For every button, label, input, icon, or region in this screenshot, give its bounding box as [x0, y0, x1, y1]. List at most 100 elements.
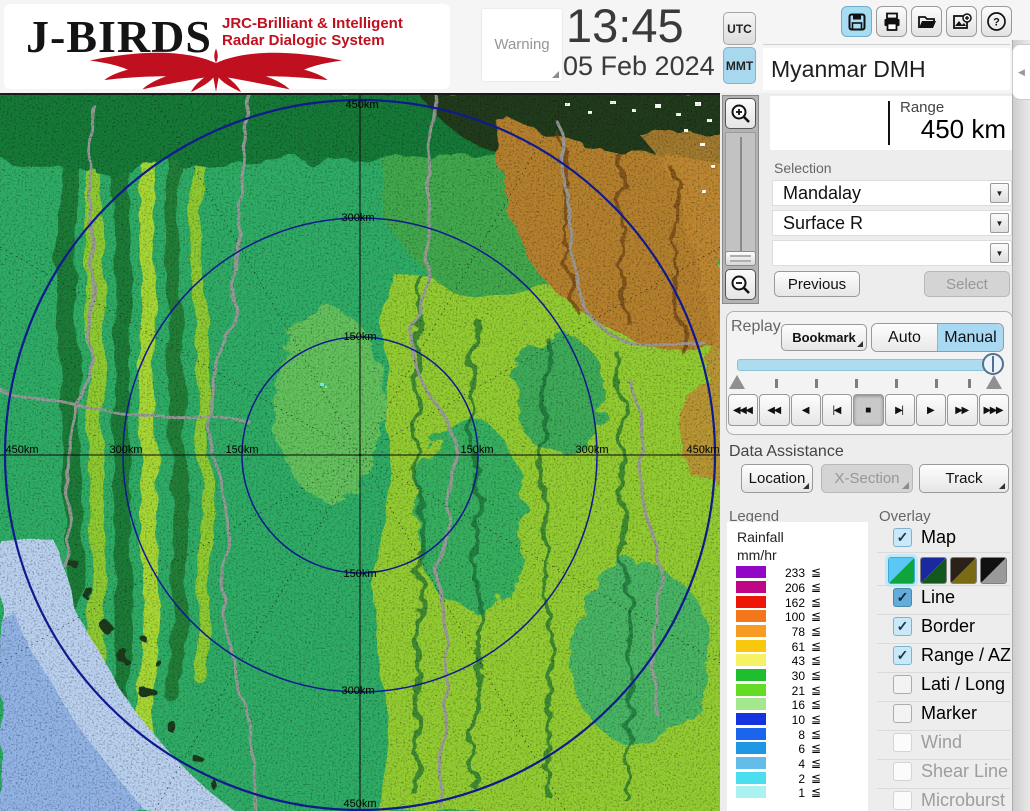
help-icon: ? — [987, 12, 1006, 31]
legend-value: 100 — [784, 610, 805, 624]
legend-swatch — [736, 728, 766, 740]
timeline-start-marker[interactable] — [729, 375, 745, 389]
zoom-out-button[interactable] — [725, 269, 756, 300]
skip-forward-button[interactable]: ▶▶▶ — [978, 394, 1009, 426]
wind-checkbox — [893, 733, 912, 752]
legend-value: 2 — [798, 772, 805, 786]
range-az-checkbox[interactable]: ✓ — [893, 646, 912, 665]
map-style-row — [877, 557, 1012, 585]
overlay-row-shear-line: Shear Line — [877, 761, 1012, 786]
play-button[interactable]: ▶ — [915, 394, 947, 426]
jbirds-radar-app: J-BIRDS JRC-Brilliant & Intelligent Rada… — [0, 0, 1030, 811]
location-label: Location — [748, 470, 806, 487]
marker-checkbox-label: Marker — [921, 703, 978, 723]
panel-collapse-tab[interactable]: ◀ — [1012, 44, 1030, 100]
manual-button[interactable]: Manual — [937, 324, 1003, 351]
selection-label: Selection — [774, 160, 832, 176]
ring-label-450-left: 450km — [5, 444, 39, 456]
location-menu-grip-icon — [803, 483, 809, 489]
select-button[interactable]: Select — [924, 271, 1010, 297]
resize-grip-icon[interactable] — [552, 71, 559, 78]
border-checkbox[interactable]: ✓ — [893, 617, 912, 636]
previous-button[interactable]: Previous — [774, 271, 860, 297]
timeline-end-marker[interactable] — [986, 375, 1002, 389]
warning-panel[interactable]: Warning — [482, 9, 562, 81]
legend-value: 10 — [791, 713, 805, 727]
legend-operator: ≦ — [811, 653, 822, 667]
location-button[interactable]: Location — [741, 464, 813, 493]
warning-label: Warning — [494, 36, 550, 53]
overlay-row-lati-long: Lati / Long — [877, 674, 1012, 699]
header-bar: J-BIRDS JRC-Brilliant & Intelligent Rada… — [0, 0, 1030, 93]
legend-value: 61 — [791, 640, 805, 654]
zoom-slider-handle[interactable] — [725, 251, 756, 266]
map-style-black-gray-button[interactable] — [980, 557, 1007, 584]
ring-label-450-top: 450km — [345, 99, 379, 111]
replay-timeline-handle[interactable] — [982, 353, 1004, 375]
shear-line-checkbox-label: Shear Line — [921, 761, 1009, 781]
help-button[interactable]: ? — [981, 6, 1012, 37]
rewind-button[interactable]: ◀◀ — [759, 394, 790, 426]
fast-rewind-button[interactable]: ◀◀◀ — [728, 394, 759, 426]
playback-controls: ◀◀◀ ◀◀ ◀ |◀ ■ ▶| ▶ ▶▶ ▶▶▶ — [728, 394, 1009, 426]
legend-operator: ≦ — [811, 624, 822, 638]
legend-swatch — [736, 698, 766, 710]
open-folder-button[interactable] — [911, 6, 942, 37]
step-forward-button[interactable]: ▶| — [884, 394, 915, 426]
lati-long-checkbox[interactable] — [893, 675, 912, 694]
product-dropdown[interactable]: Surface R ▼ — [772, 210, 1012, 236]
site-dropdown-value: Mandalay — [783, 183, 862, 203]
range-value: 450 km — [920, 114, 1006, 144]
ring-label-150-top: 150km — [343, 331, 377, 343]
line-checkbox[interactable]: ✓ — [893, 588, 912, 607]
track-button[interactable]: Track — [919, 464, 1009, 493]
legend-swatch — [736, 669, 766, 681]
chevron-down-icon[interactable]: ▼ — [990, 213, 1009, 233]
header-separator — [763, 44, 1010, 45]
map-style-blue-green-button[interactable] — [888, 557, 915, 584]
map-style-dark-olive-button[interactable] — [950, 557, 977, 584]
microburst-checkbox-label: Microburst — [921, 790, 1006, 810]
stop-button[interactable]: ■ — [853, 394, 884, 426]
legend-row: 6 ≦ — [727, 741, 868, 756]
timezone-mmt-button[interactable]: MMT — [723, 47, 756, 84]
legend-operator: ≦ — [811, 771, 822, 785]
legend-value: 16 — [791, 698, 805, 712]
clock-date: 05 Feb 2024 — [563, 51, 715, 81]
map-style-navy-darkgreen-button[interactable] — [920, 557, 947, 584]
auto-button[interactable]: Auto — [872, 324, 937, 351]
site-dropdown[interactable]: Mandalay ▼ — [772, 180, 1012, 206]
legend-swatch — [736, 640, 766, 652]
collapse-arrow-icon: ◀ — [1018, 66, 1025, 77]
play-back-button[interactable]: ◀ — [790, 394, 821, 426]
zoom-slider-track[interactable] — [725, 132, 756, 264]
chevron-down-icon[interactable]: ▼ — [990, 183, 1009, 203]
step-back-button[interactable]: |◀ — [821, 394, 853, 426]
legend-row: 21 ≦ — [727, 683, 868, 698]
timezone-utc-button[interactable]: UTC — [723, 12, 756, 45]
site-name-field[interactable]: Myanmar DMH — [763, 48, 1010, 90]
legend-swatch — [736, 757, 766, 769]
bookmark-button[interactable]: Bookmark — [781, 324, 867, 351]
legend-value: 233 — [784, 566, 805, 580]
radar-map-display[interactable]: 450km 300km 150km 150km 300km 450km 450k… — [0, 0, 1030, 811]
legend-value: 6 — [798, 742, 805, 756]
replay-timeline-track[interactable] — [737, 359, 993, 371]
x-section-button[interactable]: X-Section — [821, 464, 913, 493]
auto-manual-toggle: Auto Manual — [871, 323, 1004, 352]
legend-operator: ≦ — [811, 580, 822, 594]
timeline-tick — [895, 379, 898, 388]
marker-checkbox[interactable] — [893, 704, 912, 723]
range-card: Range 450 km — [770, 96, 1012, 150]
save-button[interactable] — [841, 6, 872, 37]
ring-label-300-bottom: 300km — [341, 685, 375, 697]
print-button[interactable] — [876, 6, 907, 37]
zoom-in-button[interactable] — [725, 98, 756, 129]
chevron-down-icon[interactable]: ▼ — [990, 243, 1009, 263]
add-image-button[interactable] — [946, 6, 977, 37]
fast-forward-button[interactable]: ▶▶ — [947, 394, 978, 426]
map-checkbox[interactable]: ✓ — [893, 528, 912, 547]
option-dropdown[interactable]: ▼ — [772, 240, 1012, 266]
line-checkbox-label: Line — [921, 587, 956, 607]
microburst-checkbox — [893, 791, 912, 810]
